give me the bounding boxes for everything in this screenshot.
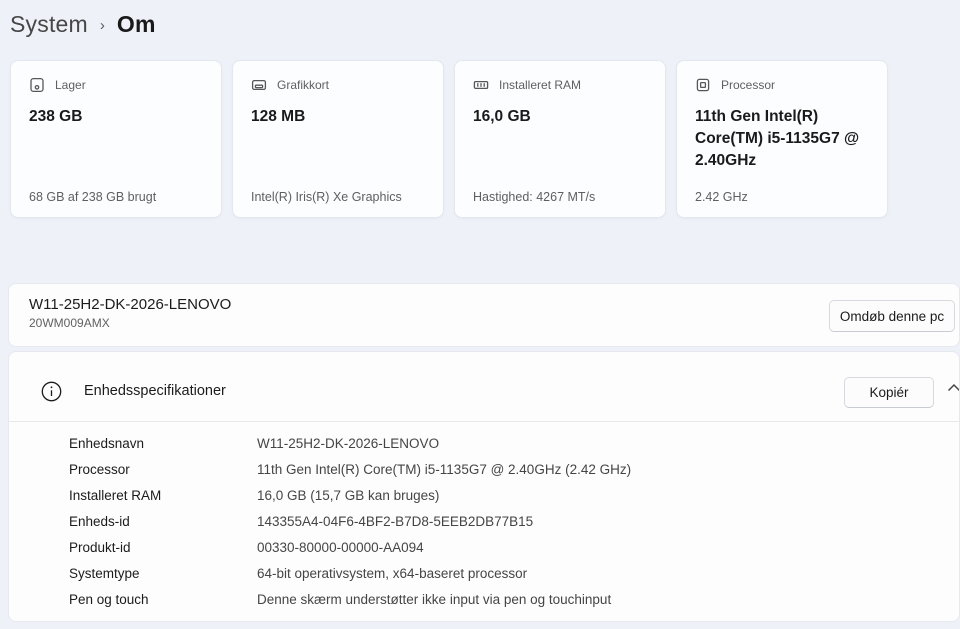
breadcrumb: System › Om: [10, 6, 156, 42]
card-graphics-header: Grafikkort: [251, 77, 427, 93]
spec-label: Processor: [69, 461, 130, 477]
spec-label: Enheds-id: [69, 513, 130, 529]
spec-row-system-type: Systemtype 64-bit operativsystem, x64-ba…: [9, 560, 959, 586]
spec-value: 00330-80000-00000-AA094: [257, 539, 424, 555]
spec-row-device-id: Enheds-id 143355A4-04F6-4BF2-B7D8-5EEB2D…: [9, 508, 959, 534]
spec-row-product-id: Produkt-id 00330-80000-00000-AA094: [9, 534, 959, 560]
spec-value: 16,0 GB (15,7 GB kan bruges): [257, 487, 440, 503]
spec-label: Enhedsnavn: [69, 435, 145, 451]
chevron-right-icon: ›: [99, 17, 105, 34]
spec-label: Installeret RAM: [69, 487, 162, 503]
rename-pc-button[interactable]: Omdøb denne pc: [829, 300, 955, 332]
card-processor-value: 11th Gen Intel(R) Core(TM) i5-1135G7 @ 2…: [695, 108, 860, 169]
spec-label: Produkt-id: [69, 539, 131, 555]
card-ram-header: Installeret RAM: [473, 77, 649, 93]
card-graphics-label: Grafikkort: [277, 78, 330, 92]
copy-button[interactable]: Kopiér: [844, 377, 934, 408]
info-icon: [41, 381, 62, 402]
card-processor-header: Processor: [695, 77, 871, 93]
page-title: Om: [116, 10, 156, 37]
device-model: 20WM009AMX: [29, 316, 110, 330]
spec-value: 143355A4-04F6-4BF2-B7D8-5EEB2DB77B15: [257, 513, 534, 529]
breadcrumb-system[interactable]: System: [10, 11, 88, 38]
device-specifications-title: Enhedsspecifikationer: [84, 383, 226, 399]
ram-icon: [473, 77, 489, 93]
card-ram-detail: Hastighed: 4267 MT/s: [473, 190, 596, 204]
spec-row-pen-touch: Pen og touch Denne skærm understøtter ik…: [9, 586, 959, 612]
card-ram[interactable]: Installeret RAM 16,0 GB Hastighed: 4267 …: [454, 60, 666, 218]
storage-icon: [29, 77, 45, 93]
settings-about-page: System › Om Lager 238 GB 68 GB af 238 GB…: [0, 0, 960, 629]
spec-rows: Enhedsnavn W11-25H2-DK-2026-LENOVO Proce…: [9, 422, 959, 612]
spec-label: Systemtype: [69, 565, 140, 581]
card-storage-header: Lager: [29, 77, 205, 93]
card-processor[interactable]: Processor 11th Gen Intel(R) Core(TM) i5-…: [676, 60, 888, 218]
card-storage-value: 238 GB: [29, 108, 83, 125]
device-specifications-panel: Enhedsspecifikationer Kopiér Enhedsnavn …: [8, 351, 960, 622]
spec-label: Pen og touch: [69, 591, 149, 607]
device-name: W11-25H2-DK-2026-LENOVO: [29, 296, 232, 313]
chevron-up-icon[interactable]: [946, 380, 959, 396]
cpu-icon: [695, 77, 711, 93]
spec-value: 64-bit operativsystem, x64-baseret proce…: [257, 565, 528, 581]
spec-value: Denne skærm understøtter ikke input via …: [257, 591, 612, 607]
card-processor-detail: 2.42 GHz: [695, 190, 748, 204]
card-storage[interactable]: Lager 238 GB 68 GB af 238 GB brugt: [10, 60, 222, 218]
spec-row-installed-ram: Installeret RAM 16,0 GB (15,7 GB kan bru…: [9, 482, 959, 508]
card-storage-label: Lager: [55, 78, 86, 92]
card-graphics-value: 128 MB: [251, 108, 306, 125]
device-specifications-header[interactable]: Enhedsspecifikationer Kopiér: [9, 352, 959, 422]
spec-value: W11-25H2-DK-2026-LENOVO: [257, 435, 440, 451]
gpu-icon: [251, 77, 267, 93]
spec-value: 11th Gen Intel(R) Core(TM) i5-1135G7 @ 2…: [257, 461, 632, 477]
card-graphics-detail: Intel(R) Iris(R) Xe Graphics: [251, 190, 402, 204]
device-name-panel: W11-25H2-DK-2026-LENOVO 20WM009AMX Omdøb…: [8, 283, 960, 347]
summary-cards: Lager 238 GB 68 GB af 238 GB brugt Grafi…: [10, 60, 888, 218]
card-ram-value: 16,0 GB: [473, 108, 531, 125]
card-graphics[interactable]: Grafikkort 128 MB Intel(R) Iris(R) Xe Gr…: [232, 60, 444, 218]
card-storage-detail: 68 GB af 238 GB brugt: [29, 190, 157, 204]
card-processor-label: Processor: [721, 78, 776, 92]
spec-row-processor: Processor 11th Gen Intel(R) Core(TM) i5-…: [9, 456, 959, 482]
spec-row-device-name: Enhedsnavn W11-25H2-DK-2026-LENOVO: [9, 430, 959, 456]
card-ram-label: Installeret RAM: [499, 78, 582, 92]
